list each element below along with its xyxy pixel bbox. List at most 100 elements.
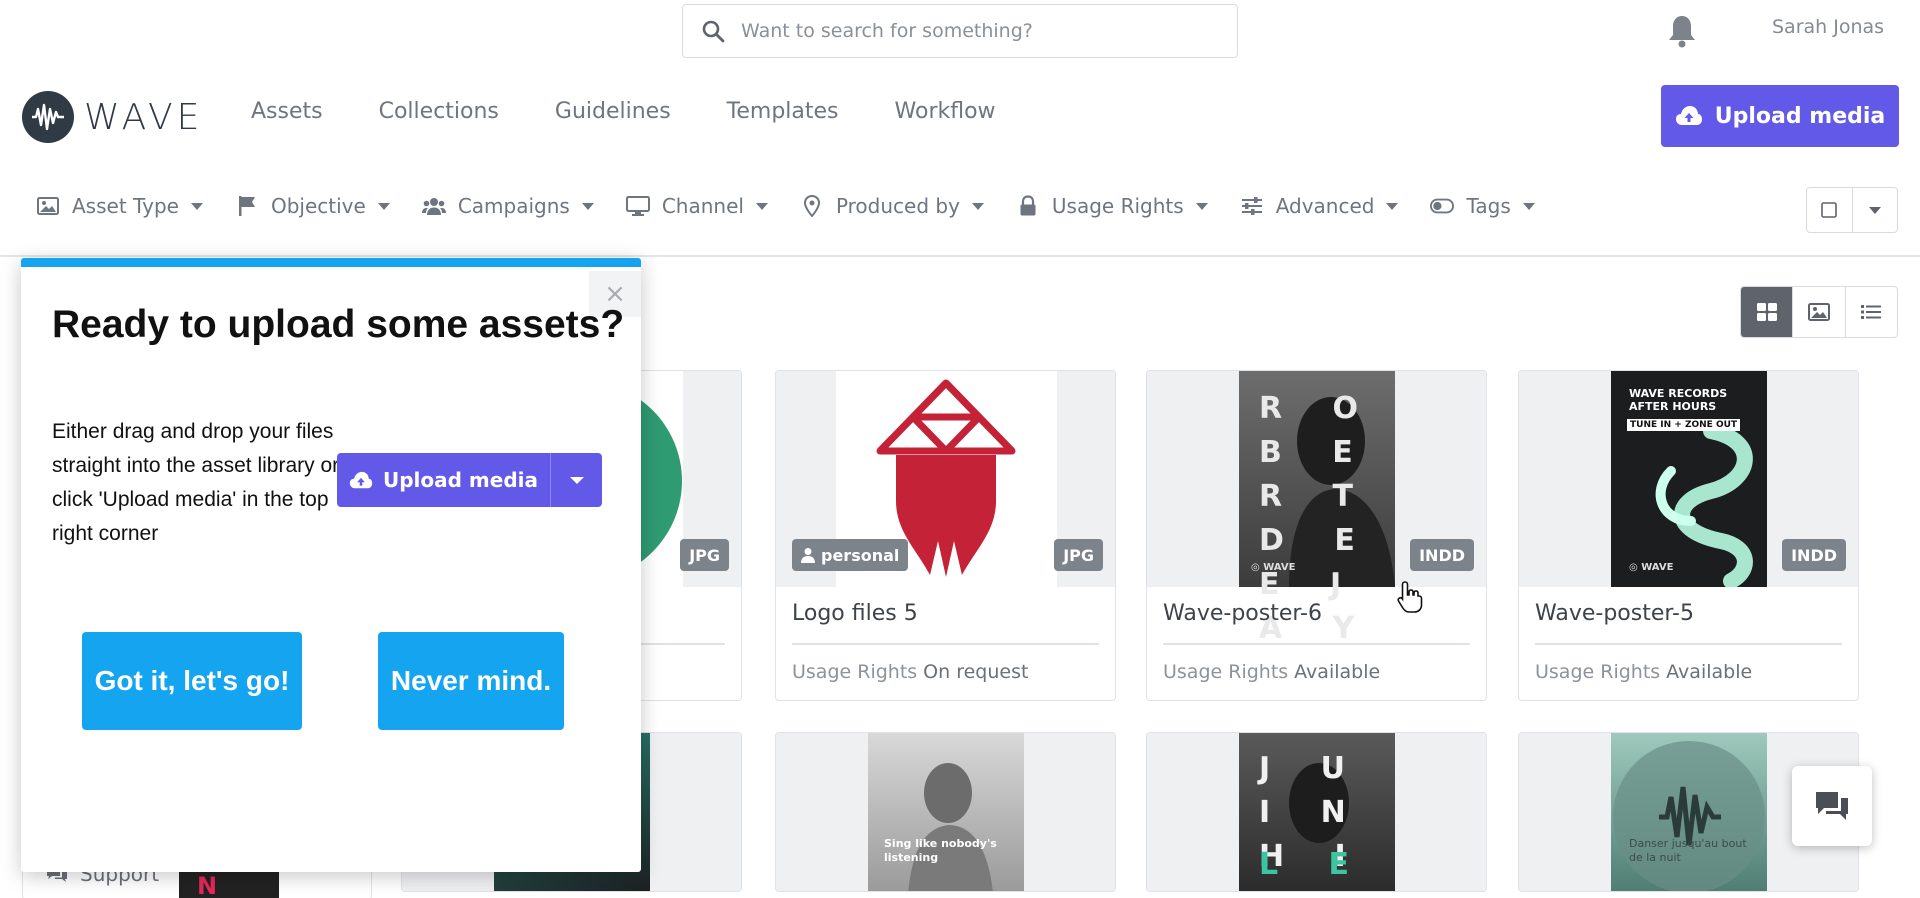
popup-upload-dropdown[interactable] (550, 453, 602, 507)
select-all-checkbox[interactable] (1807, 188, 1852, 232)
nav-collections[interactable]: Collections (379, 99, 499, 124)
caret-down-icon (1386, 202, 1399, 210)
asset-card[interactable]: personal JPG Logo files 5 Usage Rights On… (775, 370, 1116, 701)
filter-label: Tags (1466, 194, 1511, 218)
wave-logo[interactable]: WAVE (22, 91, 203, 143)
caret-down-icon (1195, 202, 1208, 210)
logo-wave-icon (22, 91, 74, 143)
filter-produced-by[interactable]: Produced by (800, 194, 984, 218)
hand-cursor-icon (1397, 581, 1423, 613)
popup-upload-media-button[interactable]: Upload media (337, 453, 550, 507)
got-it-button[interactable]: Got it, let's go! (82, 632, 302, 730)
filter-label: Usage Rights (1051, 194, 1184, 218)
poster-image: Sing like nobody's listening (868, 733, 1024, 891)
chat-widget-button[interactable] (1792, 766, 1872, 846)
caret-down-icon (190, 202, 203, 210)
caret-down-icon (581, 202, 594, 210)
card-divider (792, 643, 1099, 645)
popup-body: Either drag and drop your files straight… (52, 420, 340, 545)
never-mind-button[interactable]: Never mind. (378, 632, 564, 730)
popup-upload-split-button: Upload media (337, 453, 602, 507)
asset-title: Logo files 5 (792, 601, 918, 626)
users-icon (421, 195, 446, 217)
nav-assets[interactable]: Assets (251, 99, 323, 124)
chat-icon (1816, 792, 1848, 820)
personal-tag: personal (792, 539, 909, 571)
upload-onboarding-popup: × Ready to upload some assets? Either dr… (21, 258, 641, 872)
poster-letters: L E E (1259, 847, 1370, 882)
usage-rights: Usage Rights Available (1535, 661, 1753, 683)
poster-subheader: TUNE IN + ZONE OUT (1627, 419, 1741, 431)
poster-text: Sing like nobody's listening (884, 837, 997, 864)
nav-guidelines[interactable]: Guidelines (555, 99, 671, 124)
header-divider (0, 255, 1920, 257)
monitor-icon (625, 195, 650, 217)
image-view-button[interactable] (1792, 287, 1844, 337)
caret-down-icon (971, 202, 984, 210)
lock-icon (1016, 195, 1040, 217)
map-pin-icon (800, 195, 824, 217)
asset-card[interactable]: WAVE RECORDS AFTER HOURS TUNE IN + ZONE … (1518, 370, 1859, 701)
filter-label: Produced by (835, 194, 960, 218)
sliders-icon (1240, 195, 1264, 217)
filter-label: Asset Type (72, 194, 179, 218)
upload-media-label: Upload media (1714, 103, 1886, 129)
select-options-dropdown[interactable] (1851, 188, 1898, 232)
usage-rights: Usage Rights Available (1163, 661, 1381, 683)
search-bar[interactable] (682, 4, 1238, 58)
notification-bell-icon[interactable] (1666, 14, 1698, 48)
usage-rights: Usage Rights On request (792, 661, 1029, 683)
filter-advanced[interactable]: Advanced (1240, 194, 1399, 218)
cloud-upload-icon (1675, 106, 1702, 125)
filter-label: Advanced (1275, 194, 1375, 218)
poster-letters: N A (197, 872, 232, 898)
poster-image: N A (179, 868, 279, 898)
poster-brand: ◎ WAVE (1629, 562, 1674, 573)
filter-channel[interactable]: Channel (625, 194, 768, 218)
poster-image: WAVE RECORDS AFTER HOURS TUNE IN + ZONE … (1611, 371, 1767, 587)
asset-card[interactable]: R O B E R T D E E J A Y ◎ WAVE INDD Wave… (1146, 370, 1487, 701)
flag-icon (235, 195, 259, 217)
grid-view-button[interactable] (1741, 287, 1793, 337)
format-badge: INDD (1782, 539, 1846, 571)
format-badge: JPG (680, 539, 729, 571)
caret-down-icon (1868, 206, 1881, 214)
filter-asset-type[interactable]: Asset Type (36, 194, 203, 218)
asset-card[interactable]: J U I N H I L E E (1146, 732, 1487, 892)
asset-title: Wave-poster-5 (1535, 601, 1694, 626)
popup-title: Ready to upload some assets? (52, 303, 625, 346)
nav-workflow[interactable]: Workflow (895, 99, 996, 124)
caret-down-icon (377, 202, 390, 210)
filter-usage-rights[interactable]: Usage Rights (1016, 194, 1208, 218)
card-divider (1535, 643, 1842, 645)
filter-campaigns[interactable]: Campaigns (421, 194, 594, 218)
toggle-icon (1430, 195, 1455, 217)
poster-text: Danser jusqu'au bout de la nuit (1629, 837, 1747, 864)
nav-templates[interactable]: Templates (727, 99, 839, 124)
poster-image: R O B E R T D E E J A Y ◎ WAVE (1239, 371, 1395, 646)
view-toggle-group (1740, 286, 1898, 338)
list-view-button[interactable] (1844, 287, 1897, 337)
format-badge: JPG (1054, 539, 1103, 571)
filter-tags[interactable]: Tags (1430, 194, 1535, 218)
asset-title: Wave-poster-6 (1163, 601, 1322, 626)
main-nav: Assets Collections Guidelines Templates … (251, 99, 1052, 124)
asset-thumbnail: J U I N H I L E E (1147, 733, 1486, 891)
upload-media-button[interactable]: Upload media (1661, 85, 1899, 147)
filter-objective[interactable]: Objective (235, 194, 390, 218)
cloud-upload-icon (349, 471, 373, 488)
user-name[interactable]: Sarah Jonas (1772, 16, 1884, 38)
logo-text: WAVE (84, 96, 204, 138)
bulk-select (1806, 187, 1898, 233)
poster-brand: ◎ WAVE (1251, 562, 1296, 573)
poster-header: WAVE RECORDS AFTER HOURS (1629, 387, 1728, 413)
grid-icon (1756, 303, 1777, 321)
list-icon (1861, 305, 1882, 319)
asset-thumbnail: Sing like nobody's listening (776, 733, 1115, 891)
search-input[interactable] (741, 20, 1211, 42)
card-divider (1163, 643, 1470, 645)
user-icon (801, 548, 815, 563)
asset-card[interactable]: Sing like nobody's listening (775, 732, 1116, 892)
filter-bar: Asset Type Objective Campaigns Channel P… (36, 194, 1567, 218)
poster-image: J U I N H I L E E (1239, 733, 1395, 891)
